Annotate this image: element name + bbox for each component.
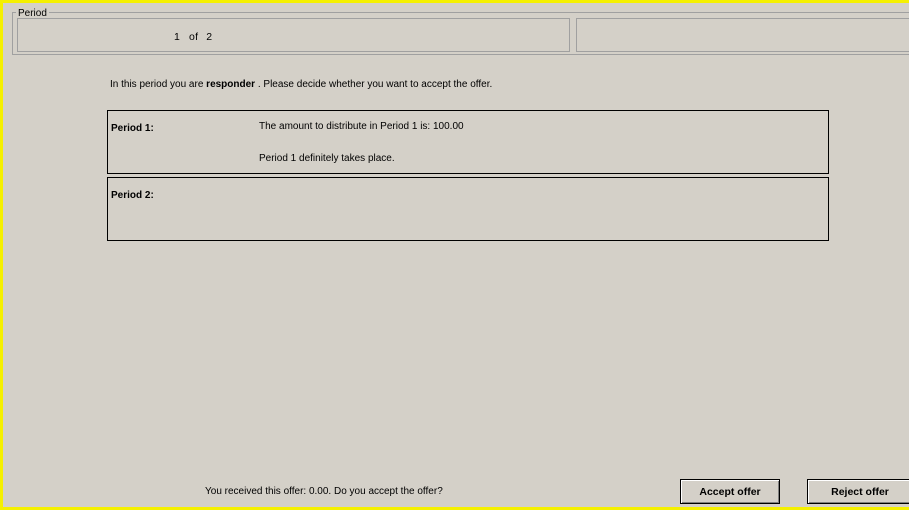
instruction-suffix: . Please decide whether you want to acce… <box>257 79 493 90</box>
instruction-prefix: In this period you are <box>110 79 204 90</box>
total-periods: 2 <box>206 31 213 43</box>
accept-offer-button[interactable]: Accept offer <box>680 479 780 504</box>
period-info-cell <box>576 18 909 52</box>
offer-question: You received this offer: 0.00. Do you ac… <box>205 486 443 497</box>
current-period: 1 <box>174 31 181 43</box>
reject-offer-button[interactable]: Reject offer <box>807 479 909 504</box>
window-frame: Period 1 of 2 In this period you are respo… <box>0 0 909 510</box>
instruction-text: In this period you are responder . Pleas… <box>110 79 492 90</box>
period-of-label: of <box>189 31 199 43</box>
period-2-box: Period 2: <box>107 177 829 241</box>
period-1-label: Period 1: <box>111 123 154 134</box>
period-1-status-text: Period 1 definitely takes place. <box>259 153 395 164</box>
role-label: responder <box>206 79 256 90</box>
period-counter-cell <box>17 18 570 52</box>
period-counter: 1 of 2 <box>174 31 212 43</box>
period-1-amount-text: The amount to distribute in Period 1 is:… <box>259 121 464 132</box>
period-2-label: Period 2: <box>111 190 154 201</box>
period-1-box: Period 1: The amount to distribute in Pe… <box>107 110 829 174</box>
